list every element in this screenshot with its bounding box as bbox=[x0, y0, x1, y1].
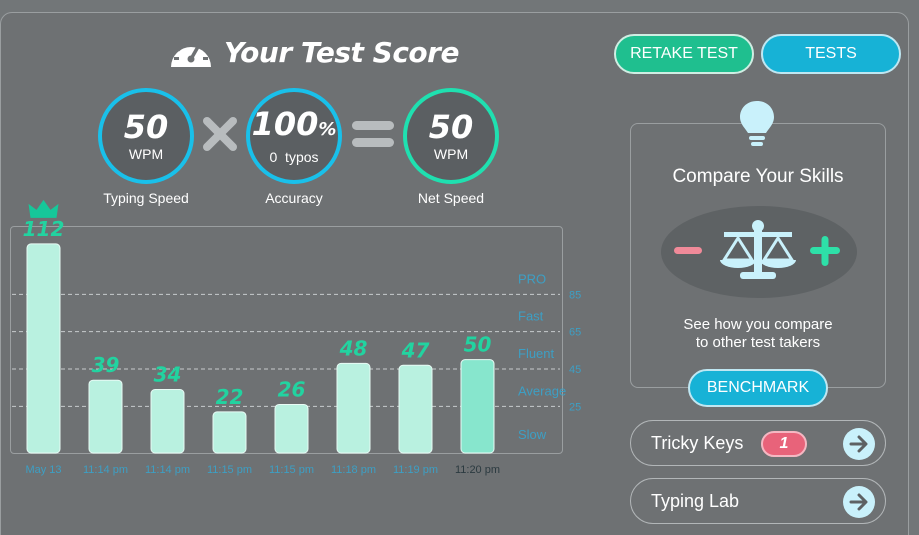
bar-value-label: 26 bbox=[278, 377, 306, 401]
tricky-keys-button[interactable]: Tricky Keys 1 bbox=[630, 420, 886, 466]
compare-description: See how you compare to other test takers bbox=[631, 316, 885, 352]
arrow-right-icon bbox=[843, 428, 875, 460]
level-label: Fast bbox=[518, 309, 544, 324]
x-tick-label: 11:15 pm bbox=[269, 464, 314, 476]
bar bbox=[26, 243, 61, 454]
scale-balance-icon bbox=[674, 220, 840, 279]
bar bbox=[460, 359, 495, 454]
bar-value-label: 48 bbox=[339, 336, 368, 360]
bar bbox=[212, 411, 247, 454]
bar bbox=[336, 362, 371, 454]
x-tick-label: 11:14 pm bbox=[145, 464, 190, 476]
x-tick-label: 11:15 pm bbox=[207, 464, 252, 476]
bar-value-label: 112 bbox=[23, 217, 65, 241]
level-label: Slow bbox=[518, 427, 547, 442]
tricky-keys-count-badge: 1 bbox=[761, 431, 807, 457]
level-label: Fluent bbox=[518, 346, 555, 361]
x-tick-label: 11:14 pm bbox=[83, 464, 128, 476]
history-chart: PRO 85 Fast 65 Fluent 45Average25 Slow 112 May 1… bbox=[12, 199, 581, 476]
compare-title: Compare Your Skills bbox=[672, 166, 844, 187]
compare-desc-line-1: See how you compare bbox=[683, 316, 833, 333]
bar-value-label: 34 bbox=[154, 363, 182, 387]
x-tick-label: May 13 bbox=[25, 464, 61, 476]
bar-value-label: 22 bbox=[216, 385, 244, 409]
level-label: PRO bbox=[518, 271, 546, 286]
lightbulb-icon bbox=[740, 101, 774, 146]
tests-button[interactable]: TESTS bbox=[761, 34, 901, 74]
x-tick-label: 11:20 pm bbox=[455, 464, 500, 476]
benchmark-button[interactable]: BENCHMARK bbox=[688, 369, 828, 407]
reference-value: 45 bbox=[569, 364, 581, 376]
level-label: Average bbox=[518, 383, 566, 398]
bar bbox=[88, 379, 123, 454]
reference-value: 85 bbox=[569, 289, 581, 301]
reference-value: 65 bbox=[569, 327, 581, 339]
bar-value-label: 50 bbox=[464, 333, 492, 357]
compare-desc-line-2: to other test takers bbox=[695, 334, 821, 351]
arrow-right-icon bbox=[843, 486, 875, 518]
minus-icon bbox=[674, 247, 702, 254]
tricky-keys-label: Tricky Keys bbox=[651, 432, 744, 453]
x-tick-label: 11:18 pm bbox=[331, 464, 376, 476]
bar-value-label: 47 bbox=[401, 338, 430, 362]
crown-icon bbox=[28, 199, 59, 218]
bar bbox=[150, 389, 185, 454]
bar bbox=[398, 364, 433, 454]
plus-icon bbox=[821, 236, 829, 266]
retake-test-button[interactable]: RETAKE TEST bbox=[614, 34, 754, 74]
x-tick-label: 11:19 pm bbox=[393, 464, 438, 476]
bar-value-label: 39 bbox=[92, 353, 120, 377]
reference-value: 25 bbox=[569, 401, 581, 413]
bar bbox=[274, 403, 309, 454]
typing-lab-button[interactable]: Typing Lab bbox=[630, 478, 886, 524]
typing-lab-label: Typing Lab bbox=[651, 490, 740, 511]
